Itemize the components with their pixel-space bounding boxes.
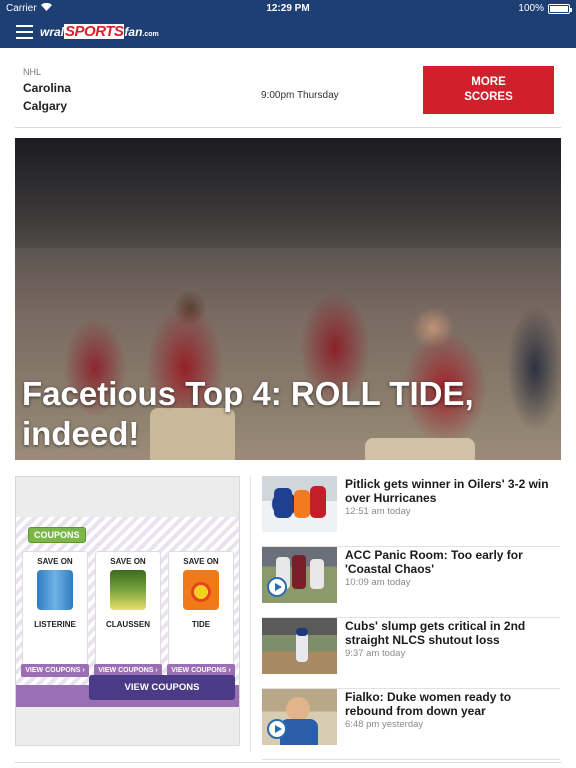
news-timestamp: 12:51 am today bbox=[345, 506, 411, 517]
divider bbox=[15, 127, 561, 128]
view-coupons-button[interactable]: VIEW COUPONS › bbox=[21, 664, 89, 677]
status-bar: Carrier 12:29 PM 100% bbox=[0, 0, 576, 18]
column-divider bbox=[250, 476, 251, 752]
home-team[interactable]: Carolina bbox=[23, 81, 71, 95]
logo-part-wral: wral bbox=[40, 25, 65, 39]
clock: 12:29 PM bbox=[266, 3, 310, 14]
coupons-logo: COUPONS bbox=[28, 527, 86, 543]
coupon-product-name: TIDE bbox=[191, 620, 211, 629]
news-timestamp: 10:09 am today bbox=[345, 577, 411, 588]
news-list: Pitlick gets winner in Oilers' 3-2 win o… bbox=[262, 476, 560, 760]
hero-photo-background bbox=[15, 138, 561, 248]
news-thumbnail-basketball bbox=[262, 689, 337, 745]
news-thumbnail-hockey bbox=[262, 476, 337, 532]
coupon-card-listerine[interactable]: SAVE ON LISTERINE VIEW COUPONS › bbox=[21, 551, 89, 677]
news-title[interactable]: Pitlick gets winner in Oilers' 3-2 win o… bbox=[345, 477, 557, 505]
coupon-card-tide[interactable]: SAVE ON TIDE VIEW COUPONS › bbox=[167, 551, 235, 677]
news-timestamp: 9:37 am today bbox=[345, 648, 406, 659]
battery-icon bbox=[548, 3, 572, 14]
news-timestamp: 6:48 pm yesterday bbox=[345, 719, 424, 730]
top-nav-bar: wral SPORTS fan .com bbox=[0, 18, 576, 48]
news-title[interactable]: Cubs' slump gets critical in 2nd straigh… bbox=[345, 619, 557, 647]
news-title[interactable]: Fialko: Duke women ready to rebound from… bbox=[345, 690, 557, 718]
coupon-save-label: SAVE ON bbox=[37, 557, 73, 566]
play-video-icon[interactable] bbox=[267, 719, 287, 739]
list-item[interactable]: ACC Panic Room: Too early for 'Coastal C… bbox=[262, 547, 560, 618]
list-item[interactable]: Fialko: Duke women ready to rebound from… bbox=[262, 689, 560, 760]
logo-part-sports: SPORTS bbox=[64, 23, 125, 40]
news-thumbnail-football bbox=[262, 547, 337, 603]
view-coupons-main-button[interactable]: VIEW COUPONS bbox=[89, 675, 235, 700]
tide-bottle-icon bbox=[183, 570, 219, 610]
coupon-product-name: LISTERINE bbox=[34, 620, 76, 629]
news-title[interactable]: ACC Panic Room: Too early for 'Coastal C… bbox=[345, 548, 557, 576]
coupon-save-label: SAVE ON bbox=[183, 557, 219, 566]
more-scores-button[interactable]: MORE SCORES bbox=[423, 66, 554, 114]
logo-part-fan: fan bbox=[124, 25, 143, 39]
coupon-save-label: SAVE ON bbox=[110, 557, 146, 566]
news-thumbnail-baseball bbox=[262, 618, 337, 674]
coupon-card-claussen[interactable]: SAVE ON CLAUSSEN VIEW COUPONS › bbox=[94, 551, 162, 677]
wral-sportsfan-logo[interactable]: wral SPORTS fan .com bbox=[40, 24, 159, 42]
score-strip: NHL Carolina Calgary 9:00pm Thursday MOR… bbox=[0, 48, 576, 130]
battery-percent: 100% bbox=[518, 3, 544, 14]
hero-story[interactable]: Facetious Top 4: ROLL TIDE, indeed! bbox=[15, 138, 561, 460]
list-item[interactable]: Cubs' slump gets critical in 2nd straigh… bbox=[262, 618, 560, 689]
away-team[interactable]: Calgary bbox=[23, 99, 67, 113]
menu-icon[interactable] bbox=[16, 25, 33, 40]
hero-headline[interactable]: Facetious Top 4: ROLL TIDE, indeed! bbox=[22, 374, 522, 454]
bottom-divider bbox=[15, 762, 561, 768]
list-item[interactable]: Pitlick gets winner in Oilers' 3-2 win o… bbox=[262, 476, 560, 547]
coupon-product-name: CLAUSSEN bbox=[105, 620, 150, 629]
game-time: 9:00pm Thursday bbox=[261, 90, 339, 101]
claussen-jar-icon bbox=[110, 570, 146, 610]
listerine-bottle-icon bbox=[37, 570, 73, 610]
play-video-icon[interactable] bbox=[267, 577, 287, 597]
league-label: NHL bbox=[23, 67, 42, 77]
coupon-ad[interactable]: COUPONS SAVE ON LISTERINE VIEW COUPONS ›… bbox=[15, 476, 240, 746]
logo-part-com: .com bbox=[142, 31, 159, 38]
more-scores-label: MORE SCORES bbox=[464, 76, 513, 103]
